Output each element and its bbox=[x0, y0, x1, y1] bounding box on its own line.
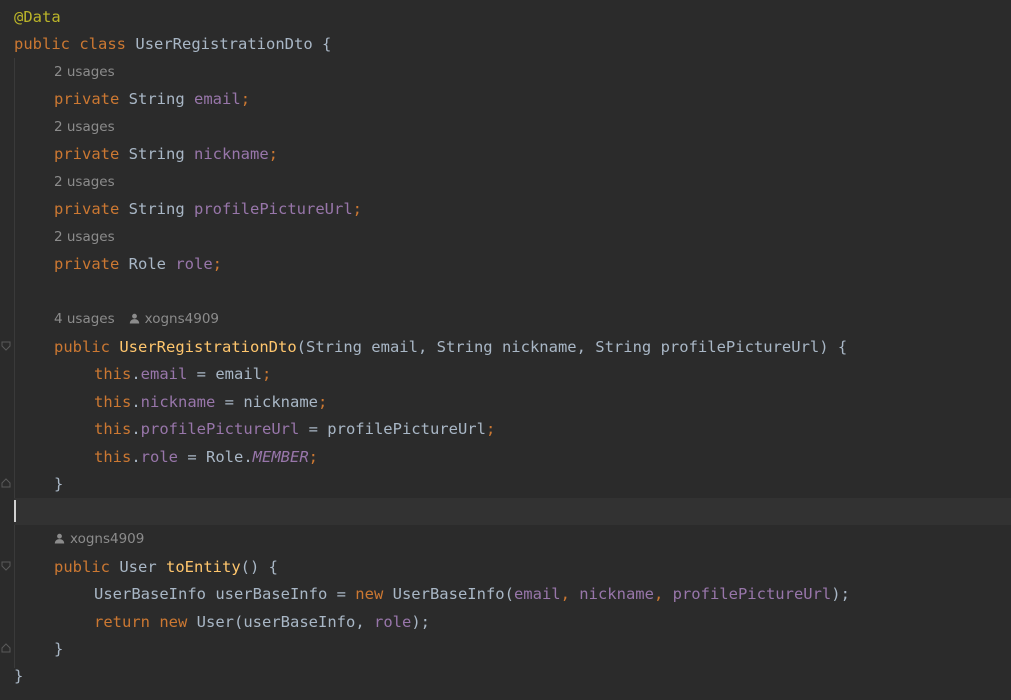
keyword: new bbox=[159, 613, 188, 631]
usages-hint[interactable]: 2 usages bbox=[14, 59, 1011, 86]
code-line[interactable]: private Role role; bbox=[14, 251, 1011, 278]
code-line[interactable]: this.role = Role.MEMBER; bbox=[14, 444, 1011, 471]
brace: } bbox=[54, 475, 64, 493]
brace: { bbox=[312, 35, 332, 53]
usages-label: 4 usages bbox=[54, 311, 115, 327]
usages-label: 2 usages bbox=[54, 229, 115, 245]
keyword: private bbox=[54, 90, 120, 108]
constructor-call: UserBaseInfo( bbox=[383, 585, 514, 603]
type-name: User bbox=[119, 558, 157, 576]
param-list: (String email, String nickname, String p… bbox=[296, 338, 848, 356]
assignment: = nickname bbox=[215, 393, 318, 411]
usages-label: 2 usages bbox=[54, 64, 115, 80]
fold-end-icon[interactable] bbox=[1, 478, 11, 488]
usages-label: 2 usages bbox=[54, 174, 115, 190]
field-name: role bbox=[175, 255, 213, 273]
usages-label: 2 usages bbox=[54, 119, 115, 135]
code-line[interactable]: private String email; bbox=[14, 86, 1011, 113]
code-line[interactable]: private String profilePictureUrl; bbox=[14, 196, 1011, 223]
keyword: this bbox=[94, 393, 132, 411]
user-icon bbox=[54, 533, 65, 544]
code-line[interactable]: public User toEntity() { bbox=[14, 554, 1011, 581]
assignment: = email bbox=[187, 365, 262, 383]
user-icon bbox=[129, 313, 139, 324]
code-editor[interactable]: @Data public class UserRegistrationDto {… bbox=[0, 0, 1011, 700]
keyword: public bbox=[54, 558, 110, 576]
keyword: private bbox=[54, 145, 120, 163]
assignment: = Role. bbox=[178, 448, 253, 466]
fold-icon[interactable] bbox=[1, 561, 11, 571]
text-caret bbox=[14, 500, 16, 522]
keyword: this bbox=[94, 448, 132, 466]
field-ref: nickname bbox=[140, 393, 216, 411]
statement-end: ); bbox=[411, 613, 430, 631]
field-name: profilePictureUrl bbox=[194, 200, 353, 218]
code-line[interactable]: return new User(userBaseInfo, role); bbox=[14, 609, 1011, 636]
code-line[interactable]: this.email = email; bbox=[14, 361, 1011, 388]
field-ref: role bbox=[140, 448, 178, 466]
method-name: toEntity bbox=[166, 558, 241, 576]
keyword: new bbox=[355, 585, 384, 603]
annotation: @Data bbox=[14, 8, 61, 26]
author-label: xogns4909 bbox=[70, 531, 145, 547]
code-line[interactable]: } bbox=[14, 471, 1011, 498]
keyword: private bbox=[54, 255, 120, 273]
keyword: private bbox=[54, 200, 120, 218]
keyword: return bbox=[94, 613, 150, 631]
field-ref: profilePictureUrl bbox=[140, 420, 300, 438]
usages-hint[interactable]: 2 usages bbox=[14, 114, 1011, 141]
field-ref: profilePictureUrl bbox=[672, 585, 832, 603]
assignment: = profilePictureUrl bbox=[299, 420, 486, 438]
code-line[interactable]: } bbox=[14, 663, 1011, 690]
field-ref: nickname bbox=[579, 585, 654, 603]
keyword: public bbox=[54, 338, 110, 356]
code-line[interactable]: UserBaseInfo userBaseInfo = new UserBase… bbox=[14, 581, 1011, 608]
static-field: MEMBER bbox=[252, 448, 309, 466]
code-line[interactable]: } bbox=[14, 636, 1011, 663]
fold-icon[interactable] bbox=[1, 341, 11, 351]
current-line[interactable] bbox=[14, 498, 1011, 525]
statement-end: ); bbox=[831, 585, 850, 603]
type-name: String bbox=[128, 200, 185, 218]
declaration: UserBaseInfo userBaseInfo = bbox=[94, 585, 356, 603]
field-name: email bbox=[194, 90, 241, 108]
field-name: nickname bbox=[194, 145, 269, 163]
code-line[interactable]: public UserRegistrationDto(String email,… bbox=[14, 334, 1011, 361]
code-line[interactable]: public class UserRegistrationDto { bbox=[14, 31, 1011, 58]
type-name: Role bbox=[128, 255, 166, 273]
code-line[interactable]: this.profilePictureUrl = profilePictureU… bbox=[14, 416, 1011, 443]
signature-rest: () { bbox=[240, 558, 278, 576]
class-name: UserRegistrationDto bbox=[135, 35, 313, 53]
constructor-name: UserRegistrationDto bbox=[119, 338, 297, 356]
keyword: this bbox=[94, 420, 132, 438]
keyword: class bbox=[79, 35, 127, 53]
usages-hint[interactable]: 2 usages bbox=[14, 224, 1011, 251]
code-line[interactable]: this.nickname = nickname; bbox=[14, 389, 1011, 416]
author-label: xogns4909 bbox=[144, 311, 220, 327]
keyword: public bbox=[14, 35, 70, 53]
type-name: String bbox=[128, 90, 185, 108]
type-name: String bbox=[128, 145, 185, 163]
fold-end-icon[interactable] bbox=[1, 643, 11, 653]
field-ref: role bbox=[373, 613, 412, 631]
field-ref: email bbox=[140, 365, 188, 383]
keyword: this bbox=[94, 365, 132, 383]
code-line[interactable]: @Data bbox=[14, 4, 1011, 31]
field-ref: email bbox=[513, 585, 561, 603]
usages-hint[interactable]: 2 usages bbox=[14, 169, 1011, 196]
code-line[interactable]: private String nickname; bbox=[14, 141, 1011, 168]
author-hint[interactable]: xogns4909 bbox=[14, 526, 1011, 553]
brace: } bbox=[54, 640, 64, 658]
constructor-call: User(userBaseInfo, bbox=[187, 613, 374, 631]
usages-hint[interactable]: 4 usages xogns4909 bbox=[14, 306, 1011, 333]
brace: } bbox=[14, 667, 24, 685]
